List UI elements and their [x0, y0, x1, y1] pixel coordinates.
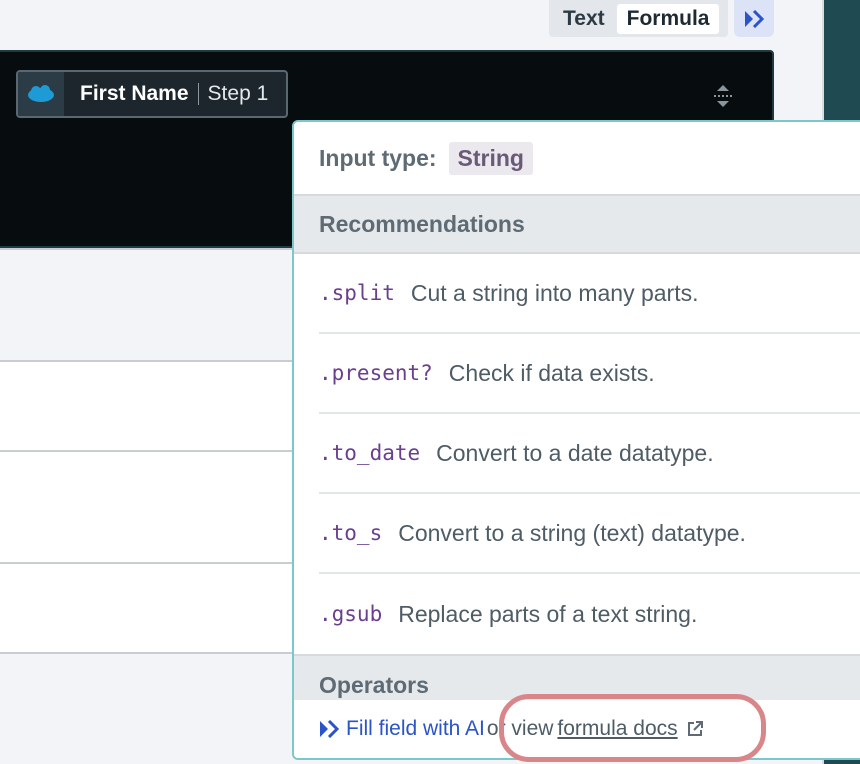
fill-with-ai-label: Fill field with AI — [346, 717, 485, 740]
recommendation-code: .present? — [319, 361, 433, 385]
recommendation-code: .split — [319, 281, 395, 305]
recommendation-description: Cut a string into many parts. — [410, 279, 699, 306]
input-type-row: Input type: String — [294, 122, 860, 196]
ai-chevrons-icon — [320, 720, 340, 738]
recommendation-item[interactable]: .to_date Convert to a date datatype. — [319, 414, 860, 494]
operators-heading: Operators — [294, 654, 860, 700]
or-view-text: or view — [486, 717, 554, 740]
datapill-first-name[interactable]: First Name Step 1 — [16, 70, 288, 118]
formula-mode-option[interactable]: Formula — [616, 3, 720, 34]
recommendation-description: Replace parts of a text string. — [398, 600, 698, 627]
input-type-badge: String — [448, 141, 533, 175]
ai-assist-button[interactable] — [734, 0, 774, 37]
recommendation-description: Convert to a string (text) datatype. — [398, 519, 746, 546]
fill-with-ai-link[interactable]: Fill field with AI — [318, 717, 485, 741]
recommendations-list: .split Cut a string into many parts. .pr… — [294, 254, 860, 654]
recommendation-item[interactable]: .to_s Convert to a string (text) datatyp… — [319, 494, 860, 574]
datapill-field-name: First Name — [80, 82, 189, 105]
ai-chevrons-icon — [745, 9, 765, 28]
input-mode-toggle[interactable]: Text Formula — [549, 0, 728, 37]
datapill-step-label: Step 1 — [207, 82, 269, 105]
text-mode-option[interactable]: Text — [563, 7, 605, 31]
recommendation-code: .to_s — [319, 521, 383, 545]
datapill-separator — [197, 83, 199, 105]
formula-docs-link[interactable]: formula docs — [557, 717, 677, 741]
recommendation-item[interactable]: .present? Check if data exists. — [319, 334, 860, 414]
recommendation-item[interactable]: .split Cut a string into many parts. — [319, 254, 860, 334]
recommendation-description: Check if data exists. — [448, 359, 655, 386]
salesforce-icon — [18, 72, 64, 116]
recommendations-heading: Recommendations — [294, 196, 860, 254]
input-type-label: Input type: — [319, 144, 437, 171]
recommendation-description: Convert to a date datatype. — [436, 439, 714, 466]
recommendation-code: .to_date — [319, 441, 421, 465]
recommendation-item[interactable]: .gsub Replace parts of a text string. — [319, 574, 860, 654]
popover-footer: Fill field with AI or view formula docs — [294, 700, 860, 758]
resize-handle-icon[interactable] — [712, 82, 734, 110]
formula-hints-popover: Input type: String Recommendations .spli… — [292, 120, 860, 760]
external-link-icon[interactable] — [686, 720, 704, 738]
recommendation-code: .gsub — [319, 602, 383, 626]
